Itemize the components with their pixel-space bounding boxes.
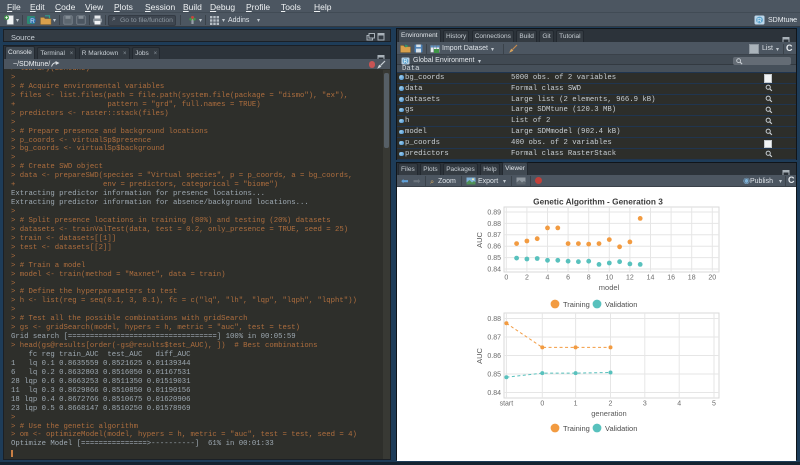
svg-text:0.88: 0.88 [487, 221, 501, 228]
svg-text:18: 18 [688, 275, 696, 282]
svg-text:1: 1 [574, 401, 578, 408]
svg-text:0.89: 0.89 [487, 209, 501, 216]
svg-text:0.87: 0.87 [487, 334, 501, 341]
svg-text:0.84: 0.84 [487, 390, 501, 397]
svg-text:Training: Training [563, 300, 590, 309]
svg-text:16: 16 [667, 275, 675, 282]
svg-text:0.85: 0.85 [487, 371, 501, 378]
svg-text:AUC: AUC [475, 232, 484, 248]
svg-text:20: 20 [708, 275, 716, 282]
svg-text:0.87: 0.87 [487, 232, 501, 239]
svg-text:0.86: 0.86 [487, 353, 501, 360]
svg-text:0: 0 [540, 401, 544, 408]
svg-text:10: 10 [605, 275, 613, 282]
svg-text:Genetic Algorithm - Generation: Genetic Algorithm - Generation 3 [533, 197, 663, 207]
svg-text:0.88: 0.88 [487, 316, 501, 323]
svg-text:R: R [757, 17, 762, 24]
svg-text:0.86: 0.86 [487, 244, 501, 251]
svg-text:4: 4 [677, 401, 681, 408]
svg-text:0.84: 0.84 [487, 266, 501, 273]
svg-text:2: 2 [609, 401, 613, 408]
svg-text:Validation: Validation [605, 300, 637, 309]
svg-text:2: 2 [525, 275, 529, 282]
svg-text:R: R [30, 18, 35, 25]
svg-text:12: 12 [626, 275, 634, 282]
svg-text:start: start [500, 401, 514, 408]
svg-text:Training: Training [563, 424, 590, 433]
svg-text:0: 0 [504, 275, 508, 282]
svg-text:8: 8 [587, 275, 591, 282]
svg-text:model: model [599, 283, 620, 292]
svg-text:6: 6 [566, 275, 570, 282]
svg-text:AUC: AUC [475, 348, 484, 364]
svg-text:5: 5 [712, 401, 716, 408]
svg-text:14: 14 [647, 275, 655, 282]
svg-text:R: R [404, 59, 408, 65]
svg-text:generation: generation [591, 409, 626, 418]
svg-text:3: 3 [643, 401, 647, 408]
svg-text:Validation: Validation [605, 424, 637, 433]
svg-text:4: 4 [546, 275, 550, 282]
svg-text:0.85: 0.85 [487, 255, 501, 262]
